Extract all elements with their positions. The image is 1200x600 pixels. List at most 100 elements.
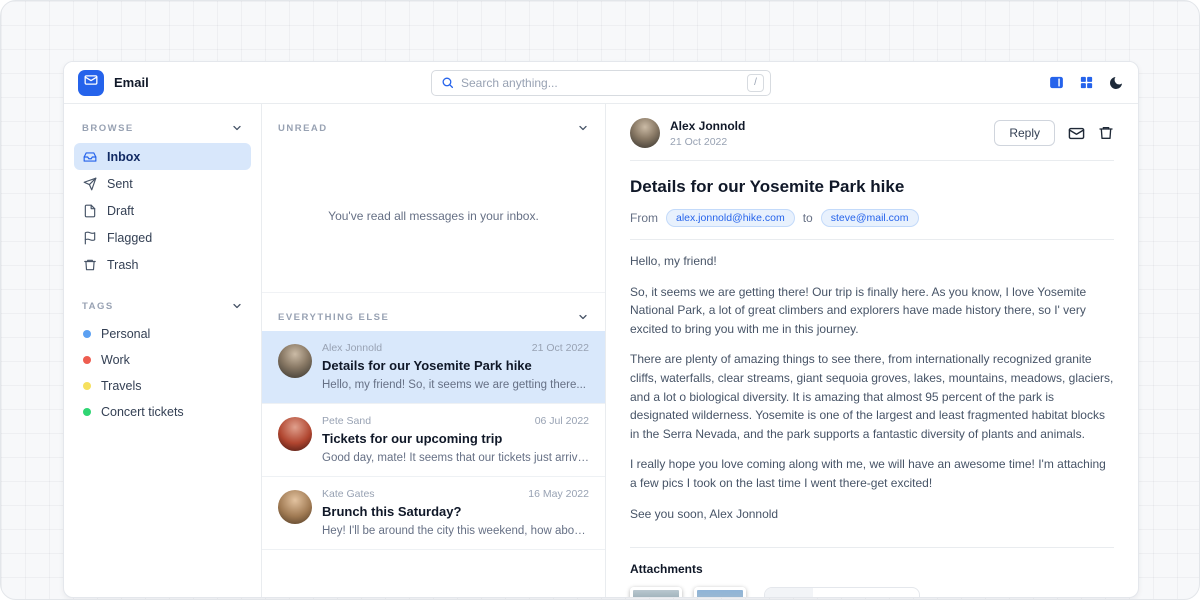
mail-sender: Pete Sand	[322, 415, 371, 427]
tag-color-dot	[83, 356, 91, 364]
tag-item-travels[interactable]: Travels	[74, 373, 251, 399]
to-label: to	[803, 211, 813, 225]
attachments-row: videos-hike.zip 100 MB	[630, 587, 1114, 597]
detail-actions: Reply	[994, 120, 1114, 146]
email-body: Hello, my friend! So, it seems we are ge…	[630, 252, 1114, 535]
everything-else-label: EVERYTHING ELSE	[278, 312, 389, 323]
mail-date: 06 Jul 2022	[535, 415, 589, 427]
body-paragraph: So, it seems we are getting there! Our t…	[630, 283, 1114, 339]
sidebar-item-trash[interactable]: Trash	[74, 251, 251, 278]
mail-item-content: Alex Jonnold 21 Oct 2022 Details for our…	[322, 342, 589, 391]
tags-label: TAGS	[82, 301, 114, 312]
attachments-label: Attachments	[630, 562, 1114, 576]
body-paragraph: See you soon, Alex Jonnold	[630, 505, 1114, 524]
apps-grid-button[interactable]	[1079, 75, 1094, 90]
app-header: Email /	[64, 62, 1138, 104]
avatar	[278, 344, 312, 378]
avatar	[278, 490, 312, 524]
chevron-down-icon[interactable]	[577, 122, 589, 134]
reply-button[interactable]: Reply	[994, 120, 1055, 146]
tags-section-header[interactable]: TAGS	[74, 296, 251, 321]
trash-icon	[1098, 125, 1114, 141]
mail-list-item[interactable]: Pete Sand 06 Jul 2022 Tickets for our up…	[262, 404, 605, 477]
photo-attachment-thumbnail[interactable]	[630, 587, 682, 597]
sidebar-item-label: Inbox	[107, 150, 140, 164]
sidebar-item-inbox[interactable]: Inbox	[74, 143, 251, 170]
sidebar-item-label: Sent	[107, 177, 133, 191]
mail-subject: Brunch this Saturday?	[322, 504, 589, 519]
divider	[630, 239, 1114, 240]
inbox-icon	[83, 150, 97, 164]
mail-preview: Hello, my friend! So, it seems we are ge…	[322, 379, 589, 391]
body-paragraph: I really hope you love coming along with…	[630, 455, 1114, 492]
mark-unread-button[interactable]	[1068, 125, 1085, 142]
app-logo	[78, 70, 104, 96]
panel-layout-icon	[1048, 74, 1065, 91]
chevron-down-icon[interactable]	[577, 311, 589, 323]
tag-color-dot	[83, 408, 91, 416]
mail-subject: Tickets for our upcoming trip	[322, 431, 589, 446]
delete-button[interactable]	[1098, 125, 1114, 141]
detail-header: Alex Jonnold 21 Oct 2022 Reply	[630, 118, 1114, 148]
search-input[interactable]	[461, 76, 740, 90]
search-shortcut-key: /	[747, 74, 764, 92]
photo-attachment-thumbnail[interactable]	[694, 587, 746, 597]
tag-label: Work	[101, 353, 130, 367]
grid-icon	[1079, 75, 1094, 90]
detail-sender-block: Alex Jonnold 21 Oct 2022	[670, 119, 745, 148]
sent-icon	[83, 177, 97, 191]
body-paragraph: There are plenty of amazing things to se…	[630, 350, 1114, 443]
sidebar-item-label: Draft	[107, 204, 134, 218]
mail-list-column: UNREAD You've read all messages in your …	[262, 104, 606, 597]
from-to-row: From alex.jonnold@hike.com to steve@mail…	[630, 209, 1114, 227]
sidebar: BROWSE Inbox Sent	[64, 104, 262, 597]
email-detail-panel: Alex Jonnold 21 Oct 2022 Reply	[606, 104, 1138, 597]
mail-list-item[interactable]: Alex Jonnold 21 Oct 2022 Details for our…	[262, 331, 605, 404]
from-email-chip[interactable]: alex.jonnold@hike.com	[666, 209, 795, 227]
tag-item-personal[interactable]: Personal	[74, 321, 251, 347]
divider	[630, 160, 1114, 161]
mail-subject: Details for our Yosemite Park hike	[322, 358, 589, 373]
mail-date: 21 Oct 2022	[532, 342, 589, 354]
page-background: Email /	[0, 0, 1200, 600]
unread-section-header[interactable]: UNREAD	[262, 104, 605, 142]
email-subject-title: Details for our Yosemite Park hike	[630, 177, 1114, 197]
sidebar-item-sent[interactable]: Sent	[74, 170, 251, 197]
tag-item-concert-tickets[interactable]: Concert tickets	[74, 399, 251, 425]
app-title: Email	[114, 75, 149, 90]
detail-date: 21 Oct 2022	[670, 136, 745, 148]
file-attachment-card[interactable]: videos-hike.zip 100 MB	[764, 587, 920, 597]
tag-label: Travels	[101, 379, 142, 393]
mail-preview: Hey! I'll be around the city this weeken…	[322, 525, 589, 537]
mail-preview: Good day, mate! It seems that our ticket…	[322, 452, 589, 464]
app-body: BROWSE Inbox Sent	[64, 104, 1138, 597]
chevron-down-icon[interactable]	[231, 300, 243, 312]
to-email-chip[interactable]: steve@mail.com	[821, 209, 919, 227]
mail-list-item[interactable]: Kate Gates 16 May 2022 Brunch this Satur…	[262, 477, 605, 550]
mail-date: 16 May 2022	[528, 488, 589, 500]
tag-label: Personal	[101, 327, 150, 341]
avatar	[630, 118, 660, 148]
tag-item-work[interactable]: Work	[74, 347, 251, 373]
sidebar-item-draft[interactable]: Draft	[74, 197, 251, 224]
dark-mode-button[interactable]	[1108, 75, 1124, 91]
tag-color-dot	[83, 382, 91, 390]
everything-else-section-header[interactable]: EVERYTHING ELSE	[262, 292, 605, 331]
file-name: videos-hike.zip	[824, 596, 903, 597]
mail-item-content: Pete Sand 06 Jul 2022 Tickets for our up…	[322, 415, 589, 464]
envelope-icon	[84, 73, 98, 92]
flag-icon	[83, 231, 97, 245]
chevron-down-icon[interactable]	[231, 122, 243, 134]
sidebar-item-label: Flagged	[107, 231, 152, 245]
browse-section-header[interactable]: BROWSE	[74, 118, 251, 143]
sidebar-item-label: Trash	[107, 258, 139, 272]
panel-toggle-button[interactable]	[1048, 74, 1065, 91]
mail-sender: Alex Jonnold	[322, 342, 382, 354]
sidebar-item-flagged[interactable]: Flagged	[74, 224, 251, 251]
mail-sender: Kate Gates	[322, 488, 375, 500]
detail-sender-name: Alex Jonnold	[670, 119, 745, 133]
folder-icon	[765, 588, 813, 597]
avatar	[278, 417, 312, 451]
search-bar[interactable]: /	[431, 70, 771, 96]
browse-label: BROWSE	[82, 123, 134, 134]
